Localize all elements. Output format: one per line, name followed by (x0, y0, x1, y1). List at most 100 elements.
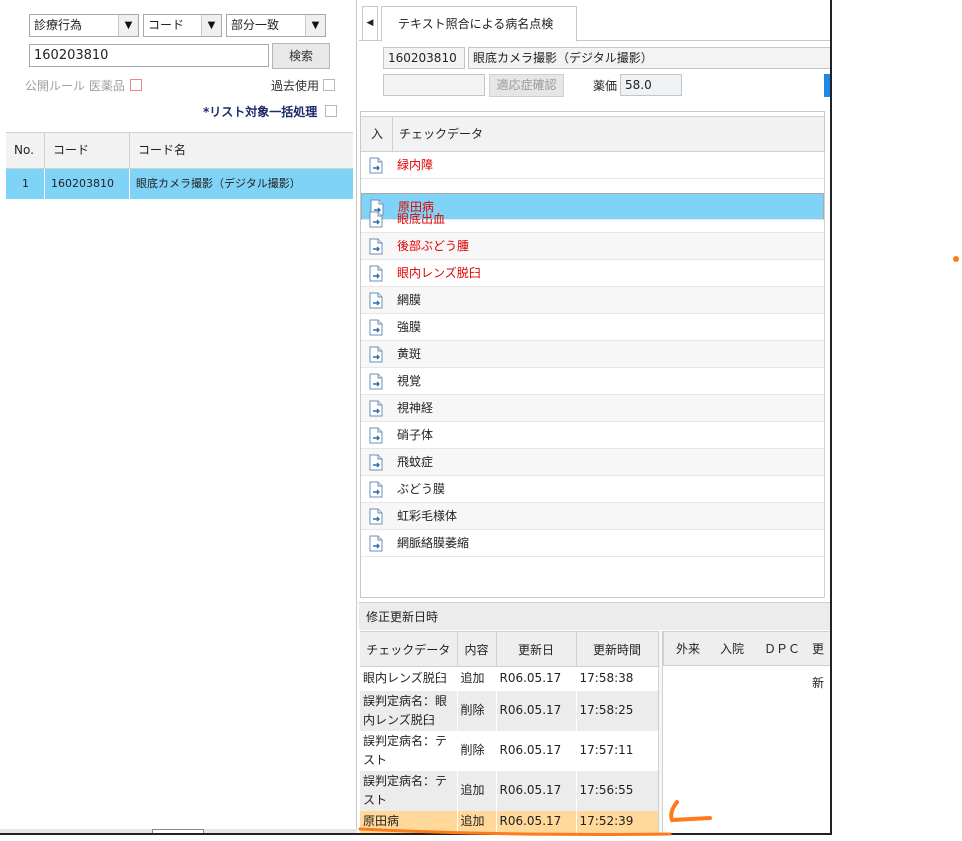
list-item[interactable]: 虹彩毛様体 (361, 503, 824, 530)
name-field: 眼底カメラ撮影（デジタル撮影） (468, 47, 830, 69)
scrollbar-thumb[interactable] (152, 829, 204, 833)
history-detail-header: 外来 入院 ＤＰＣ 更新 (663, 631, 830, 690)
table-row[interactable]: 誤判定病名：眼内レンズ脱臼 削除 R06.05.17 17:58:25 (360, 690, 659, 731)
document-arrow-icon[interactable] (369, 400, 383, 417)
document-arrow-icon[interactable] (369, 211, 383, 228)
list-item[interactable]: 網膜 (361, 287, 824, 314)
field-select[interactable]: コード ▼ (143, 14, 222, 37)
document-arrow-icon[interactable] (369, 373, 383, 390)
public-rule-label: 公開ルール 医薬品 (25, 79, 125, 93)
tab-scroll-left-icon[interactable]: ◀ (362, 6, 378, 41)
category-select[interactable]: 診療行為 ▼ (29, 14, 139, 37)
field-select-value: コード (148, 18, 185, 32)
past-use-checkbox[interactable] (323, 79, 335, 91)
check-item-label: 虹彩毛様体 (397, 509, 458, 523)
tab-strip: ◀ テキスト照合による病名点検 (359, 6, 830, 42)
past-use-label: 過去使用 (271, 79, 320, 93)
price-field: 58.0 (620, 74, 682, 96)
check-item-label: 眼内レンズ脱臼 (397, 266, 481, 280)
document-arrow-icon[interactable] (369, 508, 383, 525)
col-header-no: No. (6, 133, 45, 168)
list-item[interactable]: 眼底出血 (361, 206, 824, 233)
document-arrow-icon[interactable] (369, 292, 383, 309)
list-item[interactable]: 視覚 (361, 368, 824, 395)
vertical-scrollbar[interactable] (824, 152, 825, 598)
table-row[interactable]: 誤判定病名：テスト 削除 R06.05.17 17:57:11 (360, 730, 659, 771)
col-header-update-date: 更新日 (496, 631, 577, 667)
history-cell-time: 17:58:38 (576, 666, 659, 691)
annotation-underline (358, 800, 712, 836)
check-item-label: 後部ぶどう腫 (397, 239, 470, 253)
history-cell-date: R06.05.17 (496, 690, 577, 731)
tab-text-check[interactable]: テキスト照合による病名点検 (381, 6, 577, 42)
history-cell-data: 眼内レンズ脱臼 (360, 666, 458, 691)
match-select[interactable]: 部分一致 ▼ (226, 14, 326, 37)
action-button-edge[interactable] (824, 74, 830, 97)
history-cell-content: 削除 (457, 690, 497, 731)
col-header-update-time: 更新時間 (576, 631, 659, 667)
check-item-label: 強膜 (397, 320, 422, 334)
indication-input[interactable] (383, 74, 485, 96)
history-cell-content: 追加 (457, 666, 497, 691)
list-item[interactable]: 緑内障 (361, 152, 824, 179)
list-item[interactable]: 後部ぶどう腫 (361, 233, 824, 260)
document-arrow-icon[interactable] (369, 427, 383, 444)
search-pane: 診療行為 ▼ コード ▼ 部分一致 ▼ 検索 公開ルール 医薬品 過去使用 *リ… (0, 0, 357, 833)
col-header-in: 入 (371, 127, 384, 141)
table-row[interactable]: 眼内レンズ脱臼 追加 R06.05.17 17:58:38 (360, 666, 659, 691)
history-title: 修正更新日時 (359, 602, 830, 630)
list-item[interactable]: 強膜 (361, 314, 824, 341)
chevron-down-icon[interactable]: ▼ (201, 15, 221, 36)
check-item-label: 飛蚊症 (397, 455, 434, 469)
document-arrow-icon[interactable] (369, 238, 383, 255)
check-item-label: 眼底出血 (397, 212, 446, 226)
col-header-name: コード名 (138, 143, 187, 157)
check-pane: ◀ テキスト照合による病名点検 160203810 眼底カメラ撮影（デジタル撮影… (359, 0, 830, 833)
table-row[interactable]: 1 160203810 眼底カメラ撮影（デジタル撮影） (6, 169, 353, 199)
chevron-down-icon[interactable]: ▼ (305, 15, 325, 36)
list-item[interactable]: 眼内レンズ脱臼 (361, 260, 824, 287)
col-header-content: 内容 (457, 631, 497, 667)
col-header-code: コード (45, 133, 130, 168)
match-select-value: 部分一致 (231, 18, 280, 32)
list-item[interactable]: ぶどう膜 (361, 476, 824, 503)
col-header-inpatient: 入院 (720, 642, 745, 656)
list-item[interactable]: 視神経 (361, 395, 824, 422)
check-item-label: 網脈絡膜萎縮 (397, 536, 470, 550)
document-arrow-icon[interactable] (369, 265, 383, 282)
public-rule-checkbox[interactable] (130, 79, 142, 91)
col-header-check-data: チェックデータ (399, 127, 484, 141)
check-data-panel: 入 チェックデータ 緑内障 原田病 眼底出血 後部ぶどう腫 眼内レンズ脱臼 網膜 強膜 黄斑視… (360, 111, 825, 598)
check-item-label: 視神経 (397, 401, 434, 415)
document-arrow-icon[interactable] (369, 346, 383, 363)
row-name: 眼底カメラ撮影（デジタル撮影） (136, 177, 301, 190)
col-header-check-data: チェックデータ (360, 631, 458, 667)
check-item-label: 網膜 (397, 293, 422, 307)
chevron-down-icon[interactable]: ▼ (118, 15, 138, 36)
history-cell-data: 誤判定病名：眼内レンズ脱臼 (360, 690, 458, 731)
bulk-process-label: *リスト対象一括処理 (203, 105, 318, 119)
row-code: 160203810 (45, 169, 130, 199)
col-header-dpc: ＤＰＣ (764, 642, 801, 656)
document-arrow-icon[interactable] (369, 481, 383, 498)
history-cell-time: 17:57:11 (576, 730, 659, 771)
check-item-label: ぶどう膜 (397, 482, 446, 496)
confirm-indication-button[interactable]: 適応症確認 (489, 74, 564, 97)
document-arrow-icon[interactable] (369, 454, 383, 471)
document-arrow-icon[interactable] (369, 319, 383, 336)
list-item[interactable]: 硝子体 (361, 422, 824, 449)
list-item[interactable]: 黄斑 (361, 341, 824, 368)
price-label: 薬価 (593, 79, 618, 93)
search-button[interactable]: 検索 (272, 43, 330, 69)
list-item[interactable]: 網脈絡膜萎縮 (361, 530, 824, 557)
document-arrow-icon[interactable] (369, 157, 383, 174)
history-cell-time: 17:58:25 (576, 690, 659, 731)
list-item[interactable]: 飛蚊症 (361, 449, 824, 476)
document-arrow-icon[interactable] (369, 535, 383, 552)
history-cell-content: 削除 (457, 730, 497, 771)
history-cell-data: 誤判定病名：テスト (360, 730, 458, 771)
bulk-process-checkbox[interactable] (325, 105, 337, 117)
search-input[interactable] (29, 44, 269, 67)
row-no: 1 (6, 169, 45, 199)
result-table-header: No. コード コード名 (6, 132, 353, 169)
